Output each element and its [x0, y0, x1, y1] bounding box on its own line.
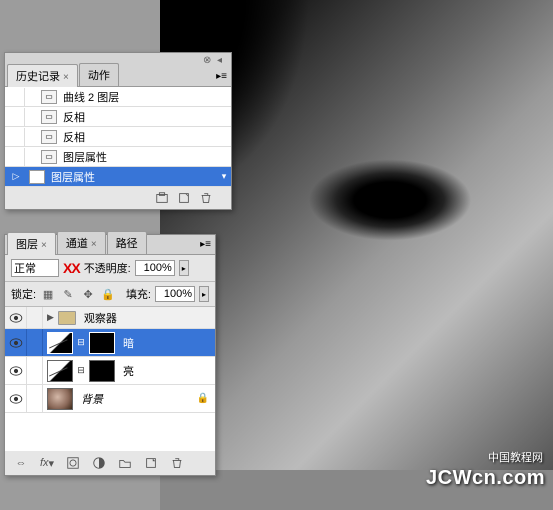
history-item[interactable]: ▭ 反相 [5, 107, 231, 127]
tab-channels-label: 通道 [66, 238, 88, 250]
lock-pixels-icon[interactable]: ✎ [60, 286, 76, 302]
fill-input[interactable] [155, 286, 195, 302]
history-snapshot-button[interactable] [151, 189, 173, 207]
scroll-indicator-icon: ▾ [217, 171, 231, 182]
layer-name[interactable]: 观察器 [80, 310, 117, 326]
visibility-toggle[interactable] [5, 307, 27, 328]
history-new-button[interactable] [173, 189, 195, 207]
layers-tab-bar: 图层× 通道× 路径 ▸≡ [5, 235, 215, 255]
new-layer-button[interactable] [139, 454, 163, 472]
folder-icon [58, 311, 76, 325]
tab-actions-label: 动作 [88, 70, 110, 82]
lock-icon: 🔒 [197, 393, 209, 404]
history-item-current[interactable]: ▷ ▭ 图层属性 ▾ [5, 167, 231, 187]
layer-group-row[interactable]: ▶ 观察器 [5, 307, 215, 329]
history-item-label: 反相 [61, 129, 231, 145]
history-item[interactable]: ▭ 反相 [5, 127, 231, 147]
lock-label: 锁定: [11, 286, 36, 302]
panel-collapse-icon[interactable]: ◂ [217, 55, 227, 65]
history-footer [5, 187, 231, 209]
opacity-flyout-icon[interactable]: ▸ [179, 260, 189, 276]
mask-link-icon[interactable]: ⊟ [77, 337, 85, 348]
watermark-text: 中国教程网 [488, 449, 543, 465]
history-step-icon: ▭ [41, 90, 57, 104]
delete-layer-button[interactable] [165, 454, 189, 472]
history-step-icon: ▭ [41, 150, 57, 164]
layer-thumb[interactable] [47, 388, 73, 410]
history-list: ▭ 曲线 2 图层 ▭ 反相 ▭ 反相 ▭ 图层属性 ▷ ▭ 图层属性 ▾ [5, 87, 231, 187]
mask-thumb[interactable] [89, 360, 115, 382]
layer-row[interactable]: ⊟ 亮 [5, 357, 215, 385]
visibility-toggle[interactable] [5, 385, 27, 412]
fill-flyout-icon[interactable]: ▸ [199, 286, 209, 302]
mask-link-icon[interactable]: ⊟ [77, 365, 85, 376]
layer-name[interactable]: 亮 [119, 363, 134, 379]
tab-close-icon[interactable]: × [41, 240, 47, 251]
tab-actions[interactable]: 动作 [79, 63, 119, 86]
adjustment-thumb[interactable] [47, 332, 73, 354]
tab-channels[interactable]: 通道× [57, 231, 106, 254]
history-panel: ⊗ ◂ 历史记录× 动作 ▸≡ ▭ 曲线 2 图层 ▭ 反相 ▭ 反相 ▭ 图层… [4, 52, 232, 210]
layer-row-background[interactable]: 背景 🔒 [5, 385, 215, 413]
layer-row-selected[interactable]: ⊟ 暗 [5, 329, 215, 357]
tab-close-icon[interactable]: × [63, 72, 69, 83]
layers-footer: ⇔ fx▾ [5, 451, 215, 475]
tab-close-icon[interactable]: × [91, 239, 97, 250]
visibility-toggle[interactable] [5, 329, 27, 356]
new-group-button[interactable] [113, 454, 137, 472]
mask-thumb[interactable] [89, 332, 115, 354]
group-expand-icon[interactable]: ▶ [47, 312, 54, 323]
tab-history[interactable]: 历史记录× [7, 64, 78, 87]
visibility-toggle[interactable] [5, 357, 27, 384]
tab-paths-label: 路径 [116, 238, 138, 250]
panel-menu-icon[interactable]: ▸≡ [216, 71, 227, 82]
history-item-label: 图层属性 [49, 169, 217, 185]
tab-history-label: 历史记录 [16, 71, 60, 83]
blend-mode-select[interactable] [11, 259, 59, 277]
history-item[interactable]: ▭ 曲线 2 图层 [5, 87, 231, 107]
watermark-url: JCWcn.com [426, 467, 545, 490]
new-adjustment-button[interactable] [87, 454, 111, 472]
layer-fx-button[interactable]: fx▾ [35, 454, 59, 472]
opacity-label: 不透明度: [84, 260, 131, 276]
history-item-label: 反相 [61, 109, 231, 125]
adjustment-thumb[interactable] [47, 360, 73, 382]
history-item[interactable]: ▭ 图层属性 [5, 147, 231, 167]
fill-label: 填充: [126, 286, 151, 302]
lock-row: 锁定: ▦ ✎ ✥ 🔒 填充: ▸ [5, 282, 215, 307]
tab-paths[interactable]: 路径 [107, 231, 147, 254]
panel-menu-icon[interactable]: ▸≡ [200, 239, 211, 250]
lock-transparency-icon[interactable]: ▦ [40, 286, 56, 302]
link-layers-button[interactable]: ⇔ [9, 454, 33, 472]
layer-name[interactable]: 背景 [77, 391, 103, 407]
layer-name[interactable]: 暗 [119, 335, 134, 351]
lock-all-icon[interactable]: 🔒 [100, 286, 116, 302]
history-item-label: 图层属性 [61, 149, 231, 165]
panel-close-icon[interactable]: ⊗ [203, 55, 213, 65]
history-item-label: 曲线 2 图层 [61, 89, 231, 105]
opacity-input[interactable] [135, 260, 175, 276]
history-delete-button[interactable] [195, 189, 217, 207]
layers-panel: 图层× 通道× 路径 ▸≡ XX 不透明度: ▸ 锁定: ▦ ✎ ✥ 🔒 填充:… [4, 234, 216, 476]
history-step-icon: ▭ [41, 130, 57, 144]
lock-position-icon[interactable]: ✥ [80, 286, 96, 302]
tab-layers[interactable]: 图层× [7, 232, 56, 255]
add-mask-button[interactable] [61, 454, 85, 472]
history-tab-bar: 历史记录× 动作 ▸≡ [5, 67, 231, 87]
xx-mark: XX [63, 260, 80, 276]
tab-layers-label: 图层 [16, 239, 38, 251]
history-step-icon: ▭ [41, 110, 57, 124]
history-step-icon: ▭ [29, 170, 45, 184]
blend-mode-row: XX 不透明度: ▸ [5, 255, 215, 282]
layers-list: ▶ 观察器 ⊟ 暗 ⊟ 亮 [5, 307, 215, 451]
